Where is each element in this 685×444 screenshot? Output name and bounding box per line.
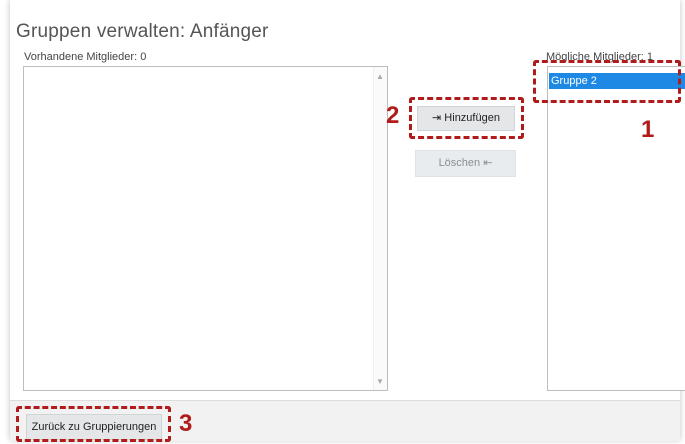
step-marker-2: 2	[386, 102, 400, 129]
scroll-up-arrow-icon[interactable]: ▲	[376, 73, 384, 81]
page-title: Gruppen verwalten: Anfänger	[16, 20, 269, 42]
existing-members-label: Vorhandene Mitglieder: 0	[24, 51, 147, 63]
potential-members-listbox[interactable]: Gruppe 2	[547, 66, 685, 391]
scroll-down-arrow-icon[interactable]: ▼	[376, 378, 384, 386]
remove-button[interactable]: Löschen ⇤	[415, 150, 516, 177]
existing-members-scrollbar[interactable]: ▲ ▼	[373, 67, 387, 390]
highlight-box-add-button	[409, 97, 524, 139]
highlight-box-potential-member	[533, 60, 681, 103]
step-marker-1: 1	[641, 116, 655, 143]
existing-members-listbox[interactable]: ▲ ▼	[23, 66, 388, 391]
step-marker-3: 3	[179, 410, 193, 437]
highlight-box-back-button	[16, 406, 171, 442]
